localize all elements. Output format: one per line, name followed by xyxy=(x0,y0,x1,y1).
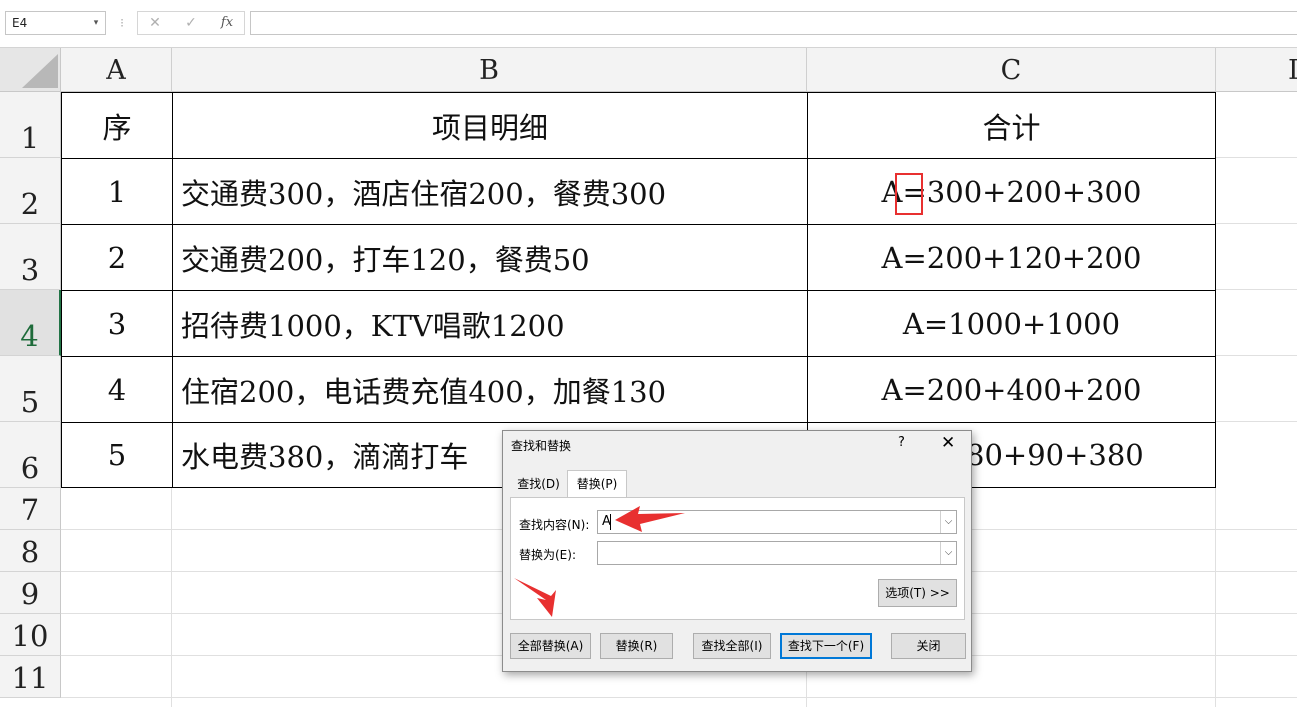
row-header-6[interactable]: 6 xyxy=(0,422,61,488)
cell-b3[interactable]: 交通费200，打车120，餐费50 xyxy=(172,224,808,291)
find-label: 查找内容(N): xyxy=(519,518,590,532)
column-header-b[interactable]: B xyxy=(172,48,807,92)
replace-label: 替换为(E): xyxy=(519,548,576,562)
gridline xyxy=(171,488,172,707)
row-header-8[interactable]: 8 xyxy=(0,530,61,572)
cell-c2[interactable]: A=300+200+300 xyxy=(807,158,1216,225)
replace-dropdown-icon[interactable]: ⌵ xyxy=(940,542,956,564)
column-header-c[interactable]: C xyxy=(807,48,1216,92)
column-header-a[interactable]: A xyxy=(61,48,172,92)
cancel-icon[interactable]: ✕ xyxy=(140,12,170,34)
gridline xyxy=(1216,223,1297,224)
find-all-button[interactable]: 查找全部(I) xyxy=(693,633,771,659)
dialog-title: 查找和替换 xyxy=(511,439,572,453)
gridline xyxy=(1216,355,1297,356)
gridline xyxy=(61,697,1297,698)
row-header-7[interactable]: 7 xyxy=(0,488,61,530)
cell-b1[interactable]: 项目明细 xyxy=(172,92,808,159)
row-header-4[interactable]: 4 xyxy=(0,290,61,356)
help-icon[interactable]: ? xyxy=(898,435,905,450)
select-all-triangle-icon xyxy=(22,54,58,88)
replace-all-button[interactable]: 全部替换(A) xyxy=(510,633,591,659)
cell-a2[interactable]: 1 xyxy=(61,158,173,225)
name-box-dropdown-icon[interactable]: ▾ xyxy=(88,11,104,35)
gridline xyxy=(1216,421,1297,422)
annotation-highlight-box xyxy=(895,173,923,215)
formula-bar-grip-icon: ⁝ xyxy=(120,16,124,30)
row-header-5[interactable]: 5 xyxy=(0,356,61,422)
column-header-d[interactable]: D xyxy=(1216,48,1297,92)
cell-a1[interactable]: 序 xyxy=(61,92,173,159)
cell-c4[interactable]: A=1000+1000 xyxy=(807,290,1216,357)
cell-c1[interactable]: 合计 xyxy=(807,92,1216,159)
replace-tab-panel: 查找内容(N): A ⌵ 替换为(E): ⌵ 选项(T) >> xyxy=(510,497,965,620)
tab-replace[interactable]: 替换(P) xyxy=(567,470,627,498)
gridline xyxy=(1216,289,1297,290)
cell-b5[interactable]: 住宿200，电话费充值400，加餐130 xyxy=(172,356,808,423)
row-header-1[interactable]: 1 xyxy=(0,92,61,158)
row-header-10[interactable]: 10 xyxy=(0,614,61,656)
cell-b4[interactable]: 招待费1000，KTV唱歌1200 xyxy=(172,290,808,357)
find-next-button[interactable]: 查找下一个(F) xyxy=(780,633,872,659)
cell-c3[interactable]: A=200+120+200 xyxy=(807,224,1216,291)
formula-buttons: ✕ ✓ fx xyxy=(137,11,245,35)
tab-find[interactable]: 查找(D) xyxy=(511,471,566,497)
options-button[interactable]: 选项(T) >> xyxy=(878,579,957,607)
cell-b2[interactable]: 交通费300，酒店住宿200，餐费300 xyxy=(172,158,808,225)
cell-c5[interactable]: A=200+400+200 xyxy=(807,356,1216,423)
cell-a6[interactable]: 5 xyxy=(61,422,173,488)
gridline xyxy=(1215,488,1216,707)
row-header-11[interactable]: 11 xyxy=(0,656,61,698)
formula-input[interactable] xyxy=(250,11,1297,35)
replace-button[interactable]: 替换(R) xyxy=(600,633,673,659)
cell-a3[interactable]: 2 xyxy=(61,224,173,291)
insert-function-icon[interactable]: fx xyxy=(212,12,242,34)
cell-a5[interactable]: 4 xyxy=(61,356,173,423)
find-dropdown-icon[interactable]: ⌵ xyxy=(940,511,956,533)
gridline xyxy=(1216,157,1297,158)
row-header-9[interactable]: 9 xyxy=(0,572,61,614)
find-replace-dialog: 查找和替换 ? ✕ 查找(D) 替换(P) 查找内容(N): A ⌵ 替换为(E… xyxy=(502,430,972,672)
close-icon[interactable]: ✕ xyxy=(941,433,955,453)
row-header-3[interactable]: 3 xyxy=(0,224,61,290)
enter-icon[interactable]: ✓ xyxy=(176,12,206,34)
close-button[interactable]: 关闭 xyxy=(891,633,966,659)
find-input[interactable]: A ⌵ xyxy=(597,510,957,534)
replace-input[interactable]: ⌵ xyxy=(597,541,957,565)
row-header-2[interactable]: 2 xyxy=(0,158,61,224)
cell-a4[interactable]: 3 xyxy=(61,290,173,357)
text-cursor xyxy=(610,514,611,530)
